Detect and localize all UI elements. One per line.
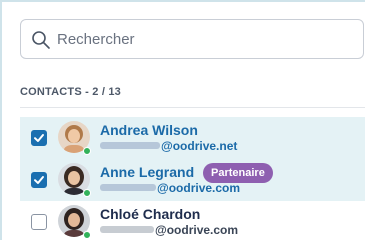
contact-email: @oodrive.com — [100, 181, 240, 195]
contact-email: @oodrive.com — [100, 223, 238, 237]
checkmark-icon — [34, 176, 44, 184]
contact-name: Anne Legrand — [100, 164, 195, 180]
online-status-dot — [83, 231, 91, 239]
contact-email: @oodrive.net — [100, 139, 237, 153]
partner-badge: Partenaire — [203, 163, 273, 183]
redacted-email-user — [100, 142, 160, 149]
contact-name: Andrea Wilson — [100, 122, 198, 138]
search-box[interactable] — [20, 19, 364, 59]
search-input[interactable] — [57, 28, 347, 50]
contact-row-chloe-chardon[interactable]: Chloé Chardon @oodrive.com — [20, 201, 365, 240]
contact-checkbox[interactable] — [31, 130, 47, 146]
contact-checkbox[interactable] — [31, 214, 47, 230]
online-status-dot — [83, 189, 91, 197]
redacted-email-user — [100, 184, 156, 191]
contact-name: Chloé Chardon — [100, 206, 201, 222]
contact-picker-panel: CONTACTS - 2 / 13 Andrea Wilson @oodrive… — [0, 0, 365, 240]
redacted-email-user — [100, 226, 154, 233]
contacts-section-title: CONTACTS - 2 / 13 — [20, 86, 121, 98]
contact-checkbox[interactable] — [31, 172, 47, 188]
contact-row-anne-legrand[interactable]: Anne Legrand Partenaire @oodrive.com — [20, 159, 365, 201]
contact-row-andrea-wilson[interactable]: Andrea Wilson @oodrive.net — [20, 117, 365, 159]
search-icon — [32, 31, 50, 49]
checkmark-icon — [34, 134, 44, 142]
divider — [20, 107, 365, 108]
online-status-dot — [83, 147, 91, 155]
